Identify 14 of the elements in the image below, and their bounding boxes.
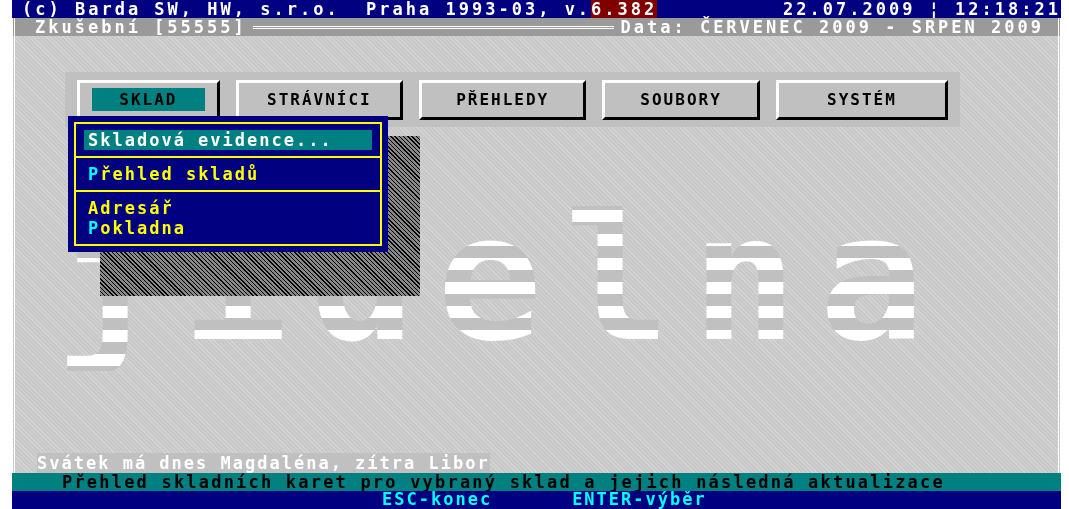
- hint-bar: Přehled skladních karet pro vybraný sklad a jejich následná aktualizace: [12, 473, 1061, 491]
- copyright-text: (c) Barda SW, HW, s.r.o. Praha 1993-03, v.: [22, 0, 592, 18]
- key-hint[interactable]: ENTER-výběr: [572, 491, 707, 507]
- menu-tab[interactable]: SOUBORY: [602, 79, 760, 120]
- date-time: 22.07.2009 ¦ 12:18:21: [783, 0, 1061, 18]
- frame-title: Zkušební [55555]: [35, 17, 247, 37]
- version-number: 6.382: [591, 0, 658, 18]
- menu-tab[interactable]: STRÁVNÍCI: [235, 79, 404, 120]
- holiday-text: Svátek má dnes Magdaléna, zítra Libor: [37, 453, 490, 473]
- menu-tab[interactable]: SYSTÉM: [775, 79, 948, 120]
- data-period: Data: ČERVENEC 2009 - SRPEN 2009: [620, 17, 1044, 37]
- key-hint[interactable]: ESC-konec: [382, 491, 493, 507]
- menu-tab[interactable]: PŘEHLEDY: [419, 79, 587, 120]
- menu-item[interactable]: Skladová evidence...: [84, 130, 372, 150]
